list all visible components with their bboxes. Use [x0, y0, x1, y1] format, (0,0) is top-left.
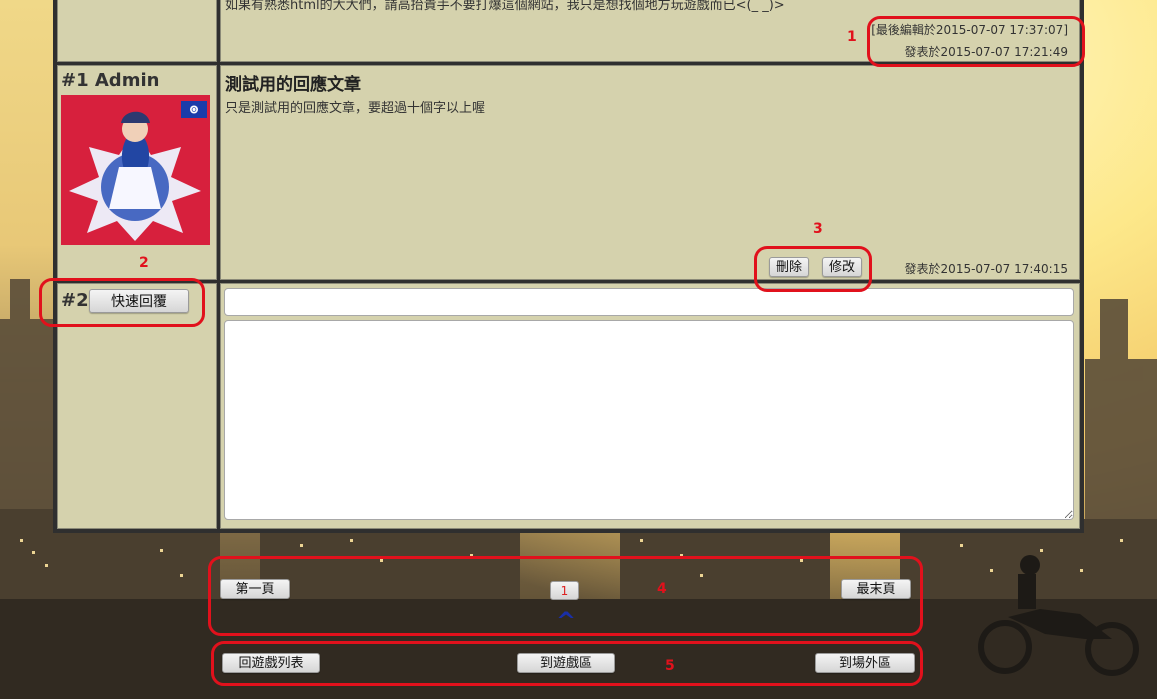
- post1-body: 只是測試用的回應文章，要超過十個字以上喔: [225, 101, 486, 116]
- annotation-number-1: 1: [847, 29, 857, 45]
- annotation-box-5: [211, 641, 923, 686]
- annotation-box-3: [754, 246, 872, 292]
- avatar: [61, 95, 210, 245]
- reply-form-cell: [220, 283, 1080, 529]
- annotation-number-3: 3: [813, 221, 823, 237]
- annotation-number-5: 5: [665, 658, 675, 674]
- annotation-number-4: 4: [657, 581, 667, 597]
- post1-posted: 發表於2015-07-07 17:40:15: [904, 262, 1068, 276]
- post0-user-cell: [57, 0, 217, 62]
- flag-icon: [181, 101, 207, 118]
- post0-content: 如果有熟悉html的大大們，請高抬貴手不要打爆這個網站，我只是想找個地方玩遊戲而…: [225, 0, 785, 13]
- post-table: 如果有熟悉html的大大們，請高抬貴手不要打爆這個網站，我只是想找個地方玩遊戲而…: [53, 0, 1084, 533]
- reply-title-field[interactable]: [224, 288, 1074, 316]
- annotation-number-2: 2: [139, 255, 149, 271]
- post1-user-cell: #1 Admin: [57, 65, 217, 280]
- annotation-box-4: [208, 556, 923, 636]
- post1-title: 測試用的回應文章: [225, 75, 361, 95]
- post1-content-cell: 測試用的回應文章 只是測試用的回應文章，要超過十個字以上喔 刪除 修改 發表於2…: [220, 65, 1080, 280]
- annotation-box-1: [867, 16, 1085, 67]
- annotation-box-2: [39, 278, 205, 327]
- post1-user: #1 Admin: [61, 70, 160, 91]
- reply-body-field[interactable]: [224, 320, 1074, 520]
